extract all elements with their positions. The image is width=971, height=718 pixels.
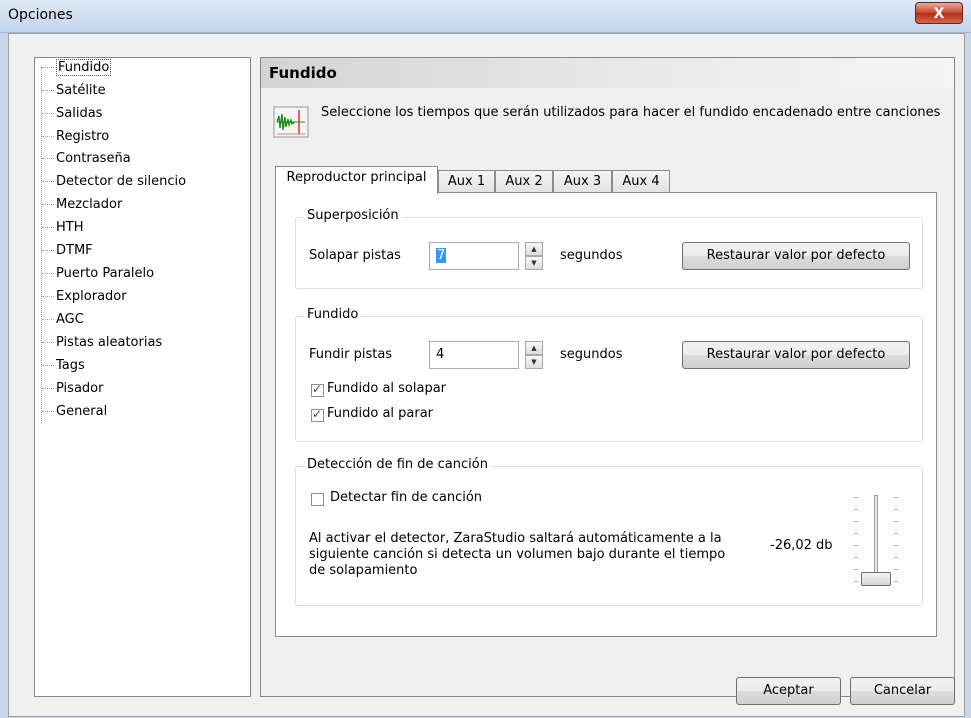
solapar-unit-label: segundos: [560, 248, 623, 263]
tree-item-label: Tags: [56, 358, 85, 373]
panel-description: Seleccione los tiempos que serán utiliza…: [321, 105, 941, 120]
spin-value: 7: [436, 248, 447, 263]
tree-item-label: Pisador: [56, 381, 104, 396]
tree-item-label: General: [56, 404, 108, 419]
tree-item-label: Contraseña: [56, 151, 131, 166]
fundir-pistas-stepper[interactable]: ▲ ▼: [525, 341, 543, 369]
slider-track: [874, 495, 878, 583]
tree-item-salidas[interactable]: Salidas: [42, 104, 102, 124]
tree-item-mezclador[interactable]: Mezclador: [42, 195, 122, 215]
tree-item-label: Registro: [56, 129, 110, 144]
tree-item-label: Puerto Paralelo: [56, 266, 155, 281]
dialog-client-area: Fundido Satélite Salidas Registro Contra…: [8, 33, 965, 717]
tree-item-fundido[interactable]: Fundido: [42, 58, 112, 78]
accept-button[interactable]: Aceptar: [736, 677, 841, 705]
tree-item-label: Fundido: [56, 59, 112, 76]
close-button[interactable]: X: [915, 2, 963, 24]
tree-item-pisador[interactable]: Pisador: [42, 379, 103, 399]
tree-item-agc[interactable]: AGC: [42, 310, 84, 330]
fundir-unit-label: segundos: [560, 347, 623, 362]
spin-up-icon[interactable]: ▲: [525, 341, 543, 355]
tree-item-label: DTMF: [56, 243, 93, 258]
options-window: Opciones X Fundido Satélite Salidas Regi…: [0, 0, 971, 718]
tab-aux-4[interactable]: Aux 4: [612, 170, 670, 193]
button-label: Restaurar valor por defecto: [706, 248, 886, 263]
waveform-icon: [273, 106, 309, 138]
panel-title: Fundido: [269, 64, 337, 82]
tree-item-label: Explorador: [56, 289, 127, 304]
fundido-al-parar-label[interactable]: Fundido al parar: [327, 406, 433, 421]
tab-label: Aux 1: [447, 174, 486, 189]
close-icon: X: [933, 6, 945, 22]
fundido-al-parar-checkbox[interactable]: [311, 407, 324, 422]
solapar-reset-button[interactable]: Restaurar valor por defecto: [682, 242, 910, 270]
tree-item-explorador[interactable]: Explorador: [42, 287, 127, 307]
tree-item-label: Detector de silencio: [56, 174, 187, 189]
detectar-fin-label[interactable]: Detectar fin de canción: [330, 490, 482, 505]
tree-item-label: HTH: [56, 220, 84, 235]
tab-page: Superposición Solapar pistas 7 ▲ ▼ segun…: [275, 192, 937, 637]
fundir-reset-button[interactable]: Restaurar valor por defecto: [682, 341, 910, 369]
tree-item-hth[interactable]: HTH: [42, 218, 84, 238]
fundir-pistas-label: Fundir pistas: [309, 347, 393, 362]
tab-reproductor-principal[interactable]: Reproductor principal: [275, 166, 438, 194]
tree-item-satelite[interactable]: Satélite: [42, 81, 106, 101]
deteccion-info-line-3: de solapamiento: [309, 563, 418, 578]
detectar-fin-checkbox[interactable]: [311, 493, 324, 506]
tab-aux-3[interactable]: Aux 3: [553, 170, 612, 193]
deteccion-group: Detección de fin de canción Detectar fin…: [295, 457, 923, 606]
group-title: Superposición: [304, 208, 402, 223]
fundido-al-solapar-label[interactable]: Fundido al solapar: [327, 381, 446, 396]
fundido-group: Fundido Fundir pistas 4 ▲ ▼ segundos Res…: [295, 307, 923, 442]
tree-item-tags[interactable]: Tags: [42, 356, 85, 376]
tab-label: Aux 4: [622, 174, 660, 189]
tree-item-registro[interactable]: Registro: [42, 127, 109, 147]
solapar-pistas-stepper[interactable]: ▲ ▼: [525, 242, 543, 270]
deteccion-info-line-1: Al activar el detector, ZaraStudio salta…: [309, 531, 722, 546]
button-label: Aceptar: [763, 683, 814, 698]
cancel-button[interactable]: Cancelar: [850, 677, 955, 705]
solapar-pistas-input[interactable]: 7: [429, 242, 519, 270]
tree-item-label: Satélite: [56, 83, 106, 98]
tree-item-label: Mezclador: [56, 197, 123, 212]
tree-item-dtmf[interactable]: DTMF: [42, 241, 93, 261]
tree-item-contrasena[interactable]: Contraseña: [42, 149, 131, 169]
tab-aux-2[interactable]: Aux 2: [495, 170, 553, 193]
group-title: Detección de fin de canción: [304, 457, 491, 472]
tree-item-label: Salidas: [56, 106, 103, 121]
slider-thumb[interactable]: [861, 572, 891, 586]
spin-down-icon[interactable]: ▼: [525, 355, 543, 369]
tab-label: Aux 3: [563, 174, 602, 189]
group-title: Fundido: [304, 307, 362, 322]
superposicion-group: Superposición Solapar pistas 7 ▲ ▼ segun…: [295, 208, 923, 289]
title-bar[interactable]: Opciones X: [0, 0, 971, 33]
button-label: Cancelar: [873, 683, 932, 698]
window-title: Opciones: [8, 7, 73, 23]
options-tree[interactable]: Fundido Satélite Salidas Registro Contra…: [34, 57, 251, 697]
tree-item-pistas-aleatorias[interactable]: Pistas aleatorias: [42, 333, 162, 353]
settings-panel: Fundido Seleccione los tiempos que serán…: [260, 57, 955, 697]
button-label: Restaurar valor por defecto: [706, 347, 886, 362]
tree-item-puerto-paralelo[interactable]: Puerto Paralelo: [42, 264, 154, 284]
spin-value: 4: [436, 347, 445, 362]
solapar-pistas-label: Solapar pistas: [309, 248, 401, 263]
level-readout: -26,02 db: [770, 538, 833, 553]
tab-label: Aux 2: [505, 174, 543, 189]
tab-aux-1[interactable]: Aux 1: [438, 170, 495, 193]
spin-up-icon[interactable]: ▲: [525, 242, 543, 256]
tree-item-general[interactable]: General: [42, 402, 107, 422]
tree-item-label: AGC: [56, 312, 84, 327]
panel-header: Fundido: [261, 58, 954, 88]
fundido-al-solapar-checkbox[interactable]: [311, 382, 324, 397]
tree-item-detector-silencio[interactable]: Detector de silencio: [42, 172, 186, 192]
threshold-slider[interactable]: [846, 491, 906, 591]
tab-label: Reproductor principal: [286, 170, 427, 185]
deteccion-info-line-2: siguiente canción si detecta un volumen …: [309, 547, 726, 562]
fundir-pistas-input[interactable]: 4: [429, 341, 519, 369]
tree-item-label: Pistas aleatorias: [56, 335, 163, 350]
spin-down-icon[interactable]: ▼: [525, 256, 543, 270]
